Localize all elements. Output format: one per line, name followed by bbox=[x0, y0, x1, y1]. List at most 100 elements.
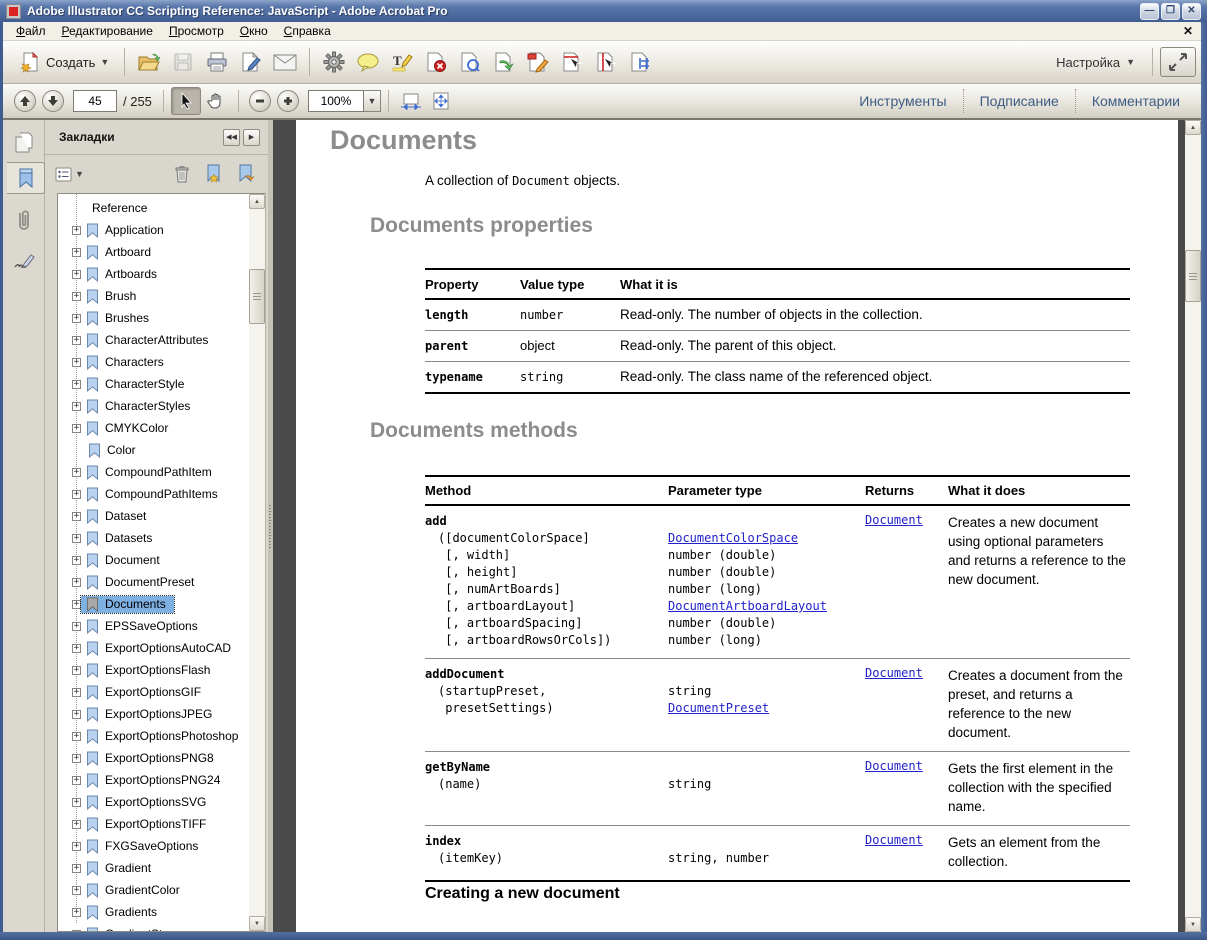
bookmark-label[interactable]: Dataset bbox=[105, 509, 146, 523]
bookmark-label[interactable]: GradientColor bbox=[105, 883, 180, 897]
pages-panel-button[interactable] bbox=[7, 128, 41, 160]
bookmark-item-document[interactable]: +Document bbox=[58, 549, 250, 571]
expand-panel-icon[interactable]: ▶ bbox=[243, 129, 260, 146]
bookmark-item-exportoptionssvg[interactable]: +ExportOptionsSVG bbox=[58, 791, 250, 813]
bookmark-label[interactable]: Document bbox=[105, 553, 160, 567]
expand-icon[interactable]: + bbox=[72, 402, 81, 411]
menu-файл[interactable]: Файл bbox=[8, 22, 54, 40]
expand-icon[interactable]: + bbox=[72, 226, 81, 235]
scrollbar-thumb[interactable] bbox=[1185, 250, 1201, 302]
bookmarks-panel-button[interactable] bbox=[7, 162, 45, 194]
bookmark-item-characterstyles[interactable]: + CharacterStyles bbox=[58, 395, 250, 417]
select-pages-button[interactable] bbox=[589, 45, 623, 79]
returns-link[interactable]: Document bbox=[865, 666, 923, 680]
returns-link[interactable]: Document bbox=[865, 759, 923, 773]
email-button[interactable] bbox=[268, 45, 302, 79]
bookmark-label[interactable]: CharacterAttributes bbox=[105, 333, 208, 347]
bookmark-label[interactable]: CompoundPathItems bbox=[105, 487, 218, 501]
bookmark-item-documentpreset[interactable]: +DocumentPreset bbox=[58, 571, 250, 593]
scroll-down-icon[interactable]: ▼ bbox=[1185, 917, 1201, 932]
bookmark-item-exportoptionsautocad[interactable]: +ExportOptionsAutoCAD bbox=[58, 637, 250, 659]
settings-button[interactable]: Настройка ▼ bbox=[1046, 47, 1145, 77]
bookmark-item-exportoptionsflash[interactable]: +ExportOptionsFlash bbox=[58, 659, 250, 681]
bookmark-item-cmykcolor[interactable]: +CMYKColor bbox=[58, 417, 250, 439]
parameter-type[interactable]: DocumentPreset bbox=[668, 700, 865, 717]
bookmark-label[interactable]: DocumentPreset bbox=[105, 575, 194, 589]
bookmark-label[interactable]: Application bbox=[105, 223, 164, 237]
bookmark-item-datasets[interactable]: +Datasets bbox=[58, 527, 250, 549]
bookmark-label[interactable]: Datasets bbox=[105, 531, 152, 545]
expand-icon[interactable]: + bbox=[72, 600, 81, 609]
bookmark-label[interactable]: ExportOptionsGIF bbox=[105, 685, 201, 699]
delete-pages-button[interactable] bbox=[419, 45, 453, 79]
close-document-icon[interactable]: ✕ bbox=[1180, 24, 1196, 38]
panel-button-1[interactable]: Инструменты bbox=[843, 88, 962, 114]
bookmark-item-characters[interactable]: +Characters bbox=[58, 351, 250, 373]
replace-pages-button[interactable] bbox=[453, 45, 487, 79]
document-scrollbar[interactable]: ▲ ▼ bbox=[1185, 120, 1201, 932]
hand-tool-button[interactable] bbox=[201, 87, 231, 115]
bookmark-item-exportoptionstiff[interactable]: +ExportOptionsTIFF bbox=[58, 813, 250, 835]
next-page-button[interactable] bbox=[42, 90, 64, 112]
signatures-panel-button[interactable] bbox=[7, 246, 41, 278]
bookmark-item-epssaveoptions[interactable]: +EPSSaveOptions bbox=[58, 615, 250, 637]
bookmark-item-exportoptionsphotoshop[interactable]: + ExportOptionsPhotoshop bbox=[58, 725, 250, 747]
attachments-panel-button[interactable] bbox=[7, 204, 41, 236]
method-returns[interactable]: Document bbox=[865, 833, 948, 871]
menu-окно[interactable]: Окно bbox=[232, 22, 276, 40]
extract-pages-button[interactable] bbox=[487, 45, 521, 79]
close-button[interactable]: ✕ bbox=[1182, 3, 1201, 20]
expand-icon[interactable]: + bbox=[72, 248, 81, 257]
bookmark-item-exportoptionsjpeg[interactable]: + ExportOptionsJPEG bbox=[58, 703, 250, 725]
open-button[interactable] bbox=[132, 45, 166, 79]
crop-pages-button[interactable] bbox=[555, 45, 589, 79]
bookmark-label[interactable]: ExportOptionsJPEG bbox=[105, 707, 212, 721]
expand-icon[interactable]: + bbox=[72, 842, 81, 851]
zoom-dropdown-button[interactable]: ▼ bbox=[364, 90, 381, 112]
bookmark-label[interactable]: ExportOptionsPNG8 bbox=[105, 751, 214, 765]
bookmark-item-brushes[interactable]: +Brushes bbox=[58, 307, 250, 329]
bookmark-item-compoundpathitem[interactable]: +CompoundPathItem bbox=[58, 461, 250, 483]
expand-icon[interactable]: + bbox=[72, 710, 81, 719]
bookmark-label[interactable]: Brushes bbox=[105, 311, 149, 325]
bookmark-label[interactable]: CharacterStyles bbox=[105, 399, 190, 413]
bookmark-item-brush[interactable]: +Brush bbox=[58, 285, 250, 307]
select-tool-button[interactable] bbox=[171, 87, 201, 115]
bookmark-item-artboard[interactable]: + Artboard bbox=[58, 241, 250, 263]
bookmark-label[interactable]: Artboard bbox=[105, 245, 151, 259]
comment-button[interactable] bbox=[351, 45, 385, 79]
print-button[interactable] bbox=[200, 45, 234, 79]
expand-icon[interactable]: + bbox=[72, 732, 81, 741]
highlight-text-button[interactable]: T bbox=[385, 45, 419, 79]
bookmark-label[interactable]: Artboards bbox=[105, 267, 157, 281]
bookmark-label[interactable]: Gradient bbox=[105, 861, 151, 875]
bookmark-label[interactable]: ExportOptionsPhotoshop bbox=[105, 729, 238, 743]
expand-icon[interactable]: + bbox=[72, 864, 81, 873]
bookmark-label[interactable]: Documents bbox=[105, 597, 166, 611]
expand-icon[interactable]: + bbox=[72, 644, 81, 653]
bookmark-label[interactable]: EPSSaveOptions bbox=[105, 619, 198, 633]
page-number-input[interactable] bbox=[73, 90, 117, 112]
bookmark-label[interactable]: ExportOptionsFlash bbox=[105, 663, 210, 677]
save-button[interactable] bbox=[166, 45, 200, 79]
previous-page-button[interactable] bbox=[14, 90, 36, 112]
fit-page-button[interactable] bbox=[426, 87, 456, 115]
bookmark-item-characterstyle[interactable]: +CharacterStyle bbox=[58, 373, 250, 395]
panel-button-3[interactable]: Комментарии bbox=[1076, 88, 1196, 114]
method-returns[interactable]: Document bbox=[865, 666, 948, 742]
fit-width-button[interactable] bbox=[396, 87, 426, 115]
expand-icon[interactable]: + bbox=[72, 380, 81, 389]
insert-pages-button[interactable] bbox=[623, 45, 657, 79]
resize-window-button[interactable] bbox=[1160, 47, 1196, 77]
expand-icon[interactable]: + bbox=[72, 424, 81, 433]
sign-button[interactable] bbox=[234, 45, 268, 79]
edit-page-button[interactable] bbox=[521, 45, 555, 79]
bookmark-label[interactable]: CompoundPathItem bbox=[105, 465, 212, 479]
expand-icon[interactable]: + bbox=[72, 688, 81, 697]
expand-icon[interactable]: + bbox=[72, 886, 81, 895]
bookmark-item-color[interactable]: Color bbox=[58, 439, 250, 461]
menu-редактирование[interactable]: Редактирование bbox=[54, 22, 161, 40]
menu-просмотр[interactable]: Просмотр bbox=[161, 22, 232, 40]
panel-button-2[interactable]: Подписание bbox=[964, 88, 1075, 114]
type-link[interactable]: DocumentArtboardLayout bbox=[668, 599, 827, 613]
